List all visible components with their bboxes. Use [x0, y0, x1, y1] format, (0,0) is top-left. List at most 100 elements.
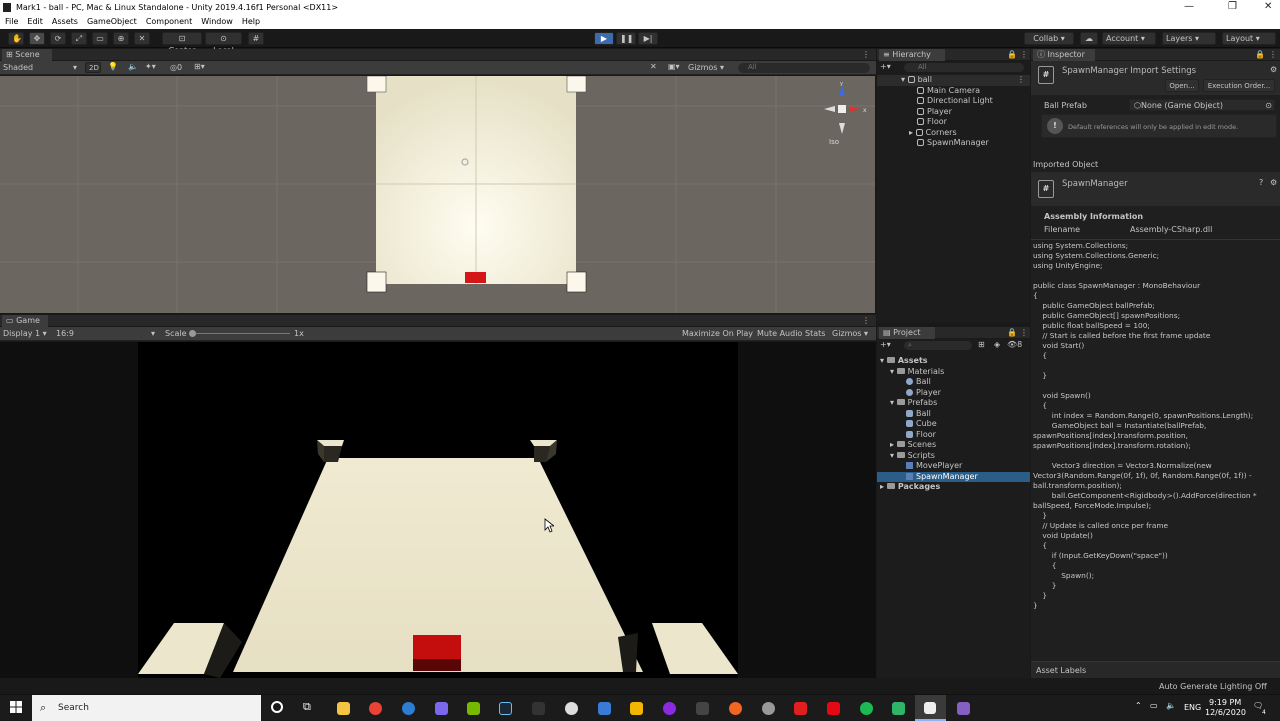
play-button[interactable]: ▶: [594, 32, 614, 45]
chrome-icon[interactable]: [369, 702, 382, 715]
menu-assets[interactable]: Assets: [52, 17, 78, 26]
menu-component[interactable]: Component: [146, 17, 192, 26]
settings-gear-icon[interactable]: ⚙: [1270, 178, 1277, 187]
app-icon[interactable]: [794, 702, 807, 715]
hidden-packages-count[interactable]: 👁8: [1007, 340, 1022, 349]
menu-help[interactable]: Help: [242, 17, 260, 26]
visual-studio-icon[interactable]: [957, 702, 970, 715]
menu-window[interactable]: Window: [201, 17, 233, 26]
help-icon[interactable]: ?: [1259, 178, 1263, 187]
settings-gear-icon[interactable]: ⚙: [1270, 65, 1277, 74]
app-icon[interactable]: [892, 702, 905, 715]
lock-icon[interactable]: 🔒: [1007, 328, 1017, 337]
project-search-input[interactable]: ⌕: [904, 341, 972, 350]
xbox-icon[interactable]: [565, 702, 578, 715]
language-indicator[interactable]: ENG: [1184, 703, 1201, 712]
folder-materials[interactable]: ▾ Materials: [877, 367, 1030, 378]
epic-games-icon[interactable]: [532, 702, 545, 715]
hierarchy-item-corners[interactable]: ▸ Corners: [877, 128, 1030, 139]
hierarchy-search-input[interactable]: All: [904, 63, 1024, 72]
spotify-icon[interactable]: [860, 702, 873, 715]
2d-toggle[interactable]: 2D: [85, 62, 101, 73]
lighting-toggle-icon[interactable]: 💡: [108, 62, 118, 71]
hierarchy-item-player[interactable]: Player: [877, 107, 1030, 118]
scale-tool-icon[interactable]: ⤢: [71, 32, 87, 45]
close-button[interactable]: ✕: [1264, 1, 1272, 12]
asset-prefab-floor[interactable]: Floor: [877, 430, 1030, 441]
app-icon[interactable]: [435, 702, 448, 715]
collab-button[interactable]: Collab ▾: [1024, 32, 1074, 45]
scale-slider[interactable]: [190, 333, 290, 334]
steam-icon[interactable]: [499, 702, 512, 715]
unity-taskbar-button[interactable]: [915, 695, 946, 721]
orientation-gizmo[interactable]: x y: [822, 81, 868, 137]
task-view-icon[interactable]: ⧉: [303, 700, 311, 714]
grid-toggle-icon[interactable]: ⊞▾: [194, 62, 205, 71]
display-dropdown[interactable]: Display 1 ▾: [3, 329, 47, 338]
transform-tool-icon[interactable]: ⊕: [113, 32, 129, 45]
asset-material-player[interactable]: Player: [877, 388, 1030, 399]
asset-material-ball[interactable]: Ball: [877, 377, 1030, 388]
cloud-icon[interactable]: ☁: [1080, 32, 1098, 45]
origin-icon[interactable]: [729, 702, 742, 715]
hierarchy-item-main-camera[interactable]: Main Camera: [877, 86, 1030, 97]
hierarchy-item-floor[interactable]: Floor: [877, 117, 1030, 128]
app-icon[interactable]: [598, 702, 611, 715]
maximize-on-play-toggle[interactable]: Maximize On Play: [682, 329, 753, 338]
panel-menu-icon[interactable]: ⋮: [862, 50, 870, 59]
app-icon[interactable]: [402, 702, 415, 715]
menu-gameobject[interactable]: GameObject: [87, 17, 137, 26]
asset-script-spawnmanager[interactable]: SpawnManager: [877, 471, 1030, 482]
network-icon[interactable]: ▭: [1150, 701, 1158, 710]
scene-search-input[interactable]: All: [738, 63, 870, 73]
tools-icon[interactable]: ✕: [650, 62, 657, 71]
gizmos-dropdown[interactable]: Gizmos ▾: [688, 63, 724, 72]
pivot-local-button[interactable]: ⊙ Local: [205, 32, 242, 55]
menu-edit[interactable]: Edit: [27, 17, 43, 26]
rotate-tool-icon[interactable]: ⟳: [50, 32, 66, 45]
netflix-icon[interactable]: [827, 702, 840, 715]
filter-type-icon[interactable]: ⊞: [978, 340, 985, 349]
camera-icon[interactable]: ▣▾: [668, 62, 680, 71]
move-tool-icon[interactable]: ✥: [29, 32, 45, 45]
folder-scenes[interactable]: ▸ Scenes: [877, 440, 1030, 451]
nvidia-icon[interactable]: [467, 702, 480, 715]
tab-project[interactable]: ▤ Project: [879, 327, 935, 339]
ball-prefab-field[interactable]: ⬡None (Game Object) ⊙: [1129, 99, 1275, 111]
layers-dropdown[interactable]: Layers ▾: [1162, 32, 1216, 45]
effects-dropdown-icon[interactable]: ✦▾: [145, 62, 156, 71]
mute-audio-toggle[interactable]: Mute Audio: [757, 329, 802, 338]
panel-menu-icon[interactable]: ⋮: [1269, 50, 1277, 59]
scale-slider-handle[interactable]: [189, 330, 196, 337]
lock-icon[interactable]: 🔒: [1255, 50, 1265, 59]
game-gizmos-dropdown[interactable]: Gizmos ▾: [832, 329, 868, 338]
rockstar-icon[interactable]: [630, 702, 643, 715]
app-icon[interactable]: [663, 702, 676, 715]
folder-prefabs[interactable]: ▾ Prefabs: [877, 398, 1030, 409]
scene-root-ball[interactable]: ▾ ball ⋮: [877, 75, 1030, 86]
aspect-dropdown[interactable]: 16:9 ▾: [56, 329, 158, 338]
panel-menu-icon[interactable]: ⋮: [1020, 328, 1028, 337]
hierarchy-item-directional-light[interactable]: Directional Light: [877, 96, 1030, 107]
folder-scripts[interactable]: ▾ Scripts: [877, 451, 1030, 462]
layout-dropdown[interactable]: Layout ▾: [1222, 32, 1276, 45]
folder-assets[interactable]: ▾ Assets: [877, 356, 1030, 367]
rect-tool-icon[interactable]: ▭: [92, 32, 108, 45]
tab-game[interactable]: ▭ Game: [2, 315, 48, 327]
account-dropdown[interactable]: Account ▾: [1102, 32, 1156, 45]
game-viewport[interactable]: [0, 342, 876, 678]
scene-viewport[interactable]: x y Iso: [0, 76, 875, 313]
shading-dropdown[interactable]: Shaded ▾: [3, 63, 79, 72]
pivot-center-button[interactable]: ⊡ Center: [162, 32, 202, 55]
folder-packages[interactable]: ▸ Packages: [877, 482, 1030, 493]
custom-tool-icon[interactable]: ✕: [134, 32, 150, 45]
open-button[interactable]: Open...: [1165, 79, 1199, 92]
asset-prefab-cube[interactable]: Cube: [877, 419, 1030, 430]
pause-button[interactable]: ❚❚: [616, 32, 636, 45]
minimize-button[interactable]: —: [1184, 1, 1194, 12]
hand-tool-icon[interactable]: ✋: [8, 32, 24, 45]
create-dropdown[interactable]: +▾: [880, 62, 891, 71]
windows-start-icon[interactable]: [10, 701, 22, 713]
hierarchy-item-spawn-manager[interactable]: SpawnManager: [877, 138, 1030, 149]
taskbar-search-box[interactable]: ⌕ Search: [32, 695, 261, 721]
